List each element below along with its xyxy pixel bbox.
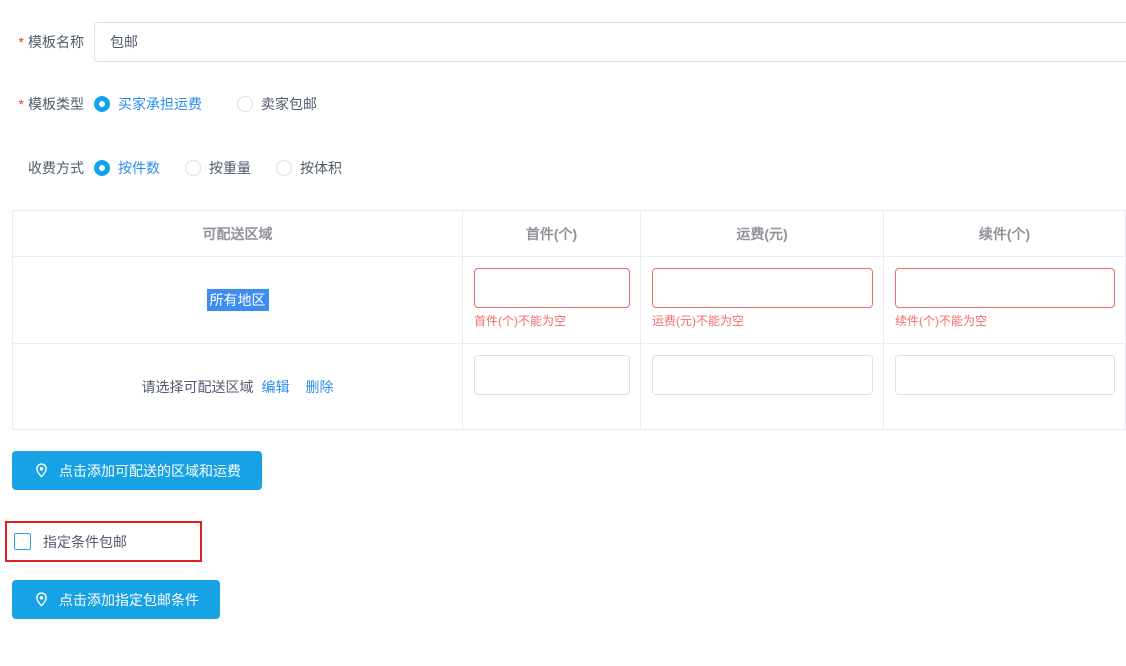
radio-unselected-icon[interactable]: [185, 160, 201, 176]
shipping-template-form: { "form": { "template_name": { "required…: [0, 0, 1126, 666]
header-freight: 运费(元): [641, 211, 884, 257]
cell-area-all-regions: 所有地区: [13, 257, 463, 344]
radio-label[interactable]: 按重量: [209, 158, 251, 178]
edit-area-link[interactable]: 编辑: [262, 377, 290, 397]
radio-buyer-pays-freight[interactable]: 买家承担运费: [94, 94, 202, 114]
radio-selected-icon[interactable]: [94, 96, 110, 112]
additional-item-error: 续件(个)不能为空: [895, 314, 987, 328]
template-name-input[interactable]: [94, 22, 1126, 62]
template-type-radio-group: 买家承担运费 卖家包邮: [94, 94, 317, 114]
radio-by-volume[interactable]: 按体积: [276, 158, 342, 178]
cell-freight-row2: [641, 344, 884, 429]
first-item-error: 首件(个)不能为空: [474, 314, 566, 328]
radio-seller-free-shipping[interactable]: 卖家包邮: [237, 94, 317, 114]
conditional-free-shipping-label[interactable]: 指定条件包邮: [43, 532, 127, 552]
charge-method-label-text: 收费方式: [28, 160, 84, 176]
charge-method-radio-group: 按件数 按重量 按体积: [94, 158, 342, 178]
add-area-button[interactable]: 点击添加可配送的区域和运费: [12, 451, 262, 490]
location-pin-icon: [33, 462, 50, 479]
cell-additional-item-row1: 续件(个)不能为空: [884, 257, 1125, 344]
location-pin-icon: [33, 591, 50, 608]
first-item-input-row1[interactable]: [474, 268, 630, 308]
required-asterisk: *: [19, 96, 24, 112]
radio-label[interactable]: 按件数: [118, 158, 160, 178]
additional-item-input-row1[interactable]: [895, 268, 1115, 308]
add-condition-button-label: 点击添加指定包邮条件: [59, 590, 199, 610]
radio-unselected-icon[interactable]: [276, 160, 292, 176]
all-regions-label[interactable]: 所有地区: [207, 289, 269, 311]
add-area-button-label: 点击添加可配送的区域和运费: [59, 461, 241, 481]
conditional-free-shipping-checkbox[interactable]: [14, 533, 31, 550]
conditional-free-shipping-highlight-box: 指定条件包邮: [5, 521, 202, 562]
delete-area-link[interactable]: 删除: [306, 377, 334, 397]
freight-input-row2[interactable]: [652, 355, 873, 395]
freight-input-row1[interactable]: [652, 268, 873, 308]
radio-by-piece[interactable]: 按件数: [94, 158, 160, 178]
cell-first-item-row1: 首件(个)不能为空: [463, 257, 641, 344]
cell-area-select: 请选择可配送区域 编辑 删除: [13, 344, 463, 429]
cell-additional-item-row2: [884, 344, 1125, 429]
template-name-label-text: 模板名称: [28, 34, 84, 50]
required-asterisk: *: [19, 34, 24, 50]
template-type-label-text: 模板类型: [28, 96, 84, 112]
template-type-label: *模板类型: [0, 95, 84, 113]
radio-label[interactable]: 按体积: [300, 158, 342, 178]
cell-freight-row1: 运费(元)不能为空: [641, 257, 884, 344]
header-first-item: 首件(个): [463, 211, 641, 257]
radio-label[interactable]: 卖家包邮: [261, 94, 317, 114]
header-additional-item: 续件(个): [884, 211, 1125, 257]
shipping-fee-table: 可配送区域 首件(个) 运费(元) 续件(个) 所有地区 首件(个)不能为空 运…: [12, 210, 1126, 430]
radio-unselected-icon[interactable]: [237, 96, 253, 112]
charge-method-label: 收费方式: [0, 159, 84, 177]
radio-selected-icon[interactable]: [94, 160, 110, 176]
cell-first-item-row2: [463, 344, 641, 429]
additional-item-input-row2[interactable]: [895, 355, 1115, 395]
freight-error: 运费(元)不能为空: [652, 314, 744, 328]
radio-by-weight[interactable]: 按重量: [185, 158, 251, 178]
first-item-input-row2[interactable]: [474, 355, 630, 395]
header-deliverable-area: 可配送区域: [13, 211, 463, 257]
add-condition-button[interactable]: 点击添加指定包邮条件: [12, 580, 220, 619]
select-area-label: 请选择可配送区域: [142, 377, 254, 397]
radio-label[interactable]: 买家承担运费: [118, 94, 202, 114]
template-name-label: *模板名称: [0, 33, 84, 51]
